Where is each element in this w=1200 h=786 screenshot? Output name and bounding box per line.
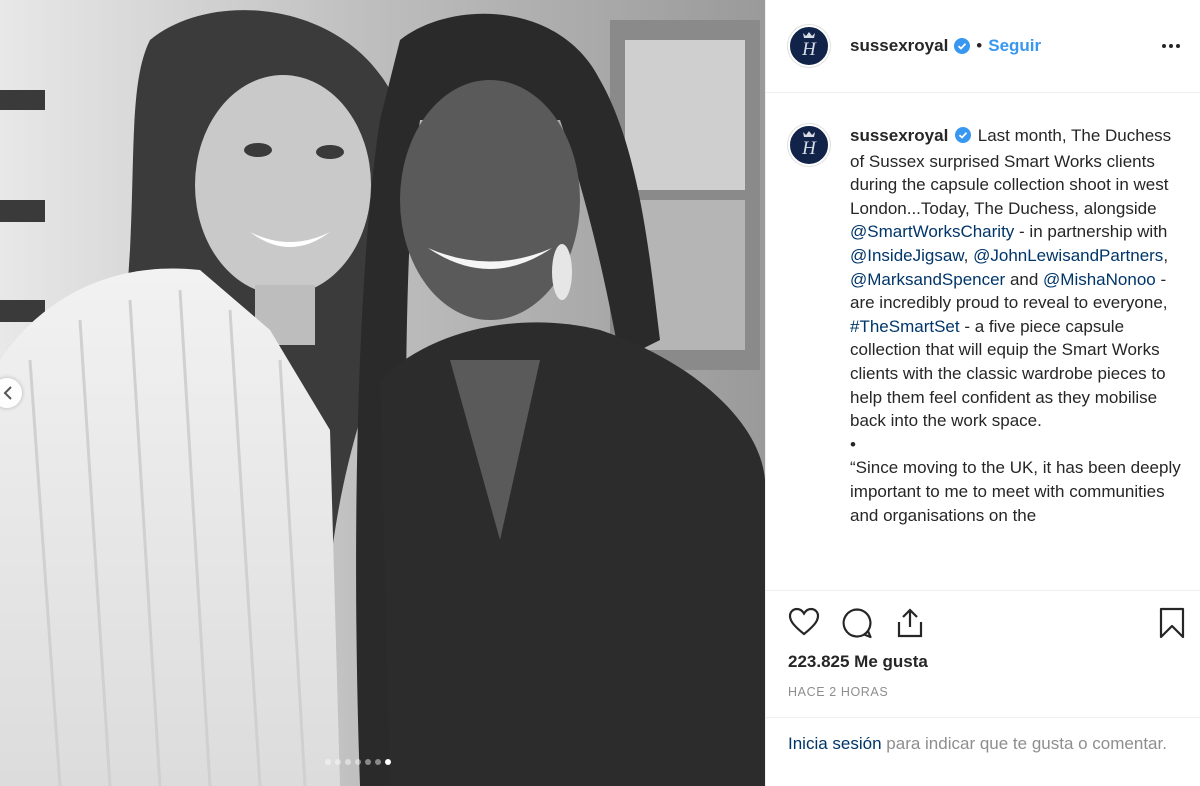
carousel-dot <box>365 759 371 765</box>
carousel-dot <box>355 759 361 765</box>
login-link[interactable]: Inicia sesión <box>788 734 882 753</box>
hashtag-link[interactable]: #TheSmartSet <box>850 317 960 336</box>
svg-text:H: H <box>801 138 817 159</box>
carousel-dot <box>325 759 331 765</box>
login-prompt: Inicia sesión para indicar que te gusta … <box>766 717 1200 786</box>
carousel-dot <box>385 759 391 765</box>
caption-part: “Since moving to the UK, it has been dee… <box>850 458 1181 525</box>
caption-area[interactable]: H sussexroyal Last month, The Duchess of… <box>766 94 1200 589</box>
mention-link[interactable]: @MarksandSpencer <box>850 270 1005 289</box>
carousel-dot <box>335 759 341 765</box>
monogram-h-icon: H <box>794 28 824 65</box>
post-header: H sussexroyal • Seguir <box>766 0 1200 93</box>
share-icon[interactable] <box>894 607 926 644</box>
mention-link[interactable]: @JohnLewisandPartners <box>973 246 1163 265</box>
svg-text:H: H <box>801 39 817 60</box>
verified-badge-icon <box>955 126 972 150</box>
carousel-dot <box>345 759 351 765</box>
caption-username[interactable]: sussexroyal <box>850 126 948 145</box>
username-link[interactable]: sussexroyal <box>850 36 948 56</box>
post-panel: H sussexroyal • Seguir H sussexroyal Las… <box>765 0 1200 786</box>
caption-part: and <box>1005 269 1044 289</box>
caption: H sussexroyal Last month, The Duchess of… <box>788 124 1190 527</box>
bookmark-icon[interactable] <box>1158 607 1186 644</box>
chevron-left-icon <box>3 386 13 400</box>
caption-avatar[interactable]: H <box>788 124 830 166</box>
post-photo <box>0 0 765 786</box>
post-actions: 223.825 Me gusta HACE 2 HORAS Inicia ses… <box>766 590 1200 786</box>
mention-link[interactable]: @InsideJigsaw <box>850 246 964 265</box>
post-timestamp[interactable]: HACE 2 HORAS <box>788 685 888 699</box>
caption-part: , <box>963 245 974 265</box>
heart-icon[interactable] <box>788 607 820 642</box>
likes-count[interactable]: 223.825 Me gusta <box>788 652 928 672</box>
verified-badge-icon <box>954 38 971 54</box>
more-options-icon[interactable] <box>1162 44 1180 48</box>
follow-button[interactable]: Seguir <box>988 36 1041 56</box>
separator-dot: • <box>976 36 983 55</box>
caption-part: - in partnership with <box>1014 222 1168 242</box>
carousel-indicator <box>325 759 391 765</box>
mention-link[interactable]: @SmartWorksCharity <box>850 222 1014 241</box>
caption-text: sussexroyal Last month, The Duchess of S… <box>850 124 1190 527</box>
login-prompt-text: para indicar que te gusta o comentar. <box>881 734 1167 753</box>
photo-image <box>0 0 765 786</box>
monogram-h-icon: H <box>794 127 824 164</box>
avatar[interactable]: H <box>788 25 830 67</box>
carousel-dot <box>375 759 381 765</box>
caption-part: , <box>1163 245 1169 265</box>
comment-icon[interactable] <box>841 607 873 644</box>
mention-link[interactable]: @MishaNonoo <box>1043 270 1156 289</box>
caption-bullet: • <box>850 434 856 454</box>
